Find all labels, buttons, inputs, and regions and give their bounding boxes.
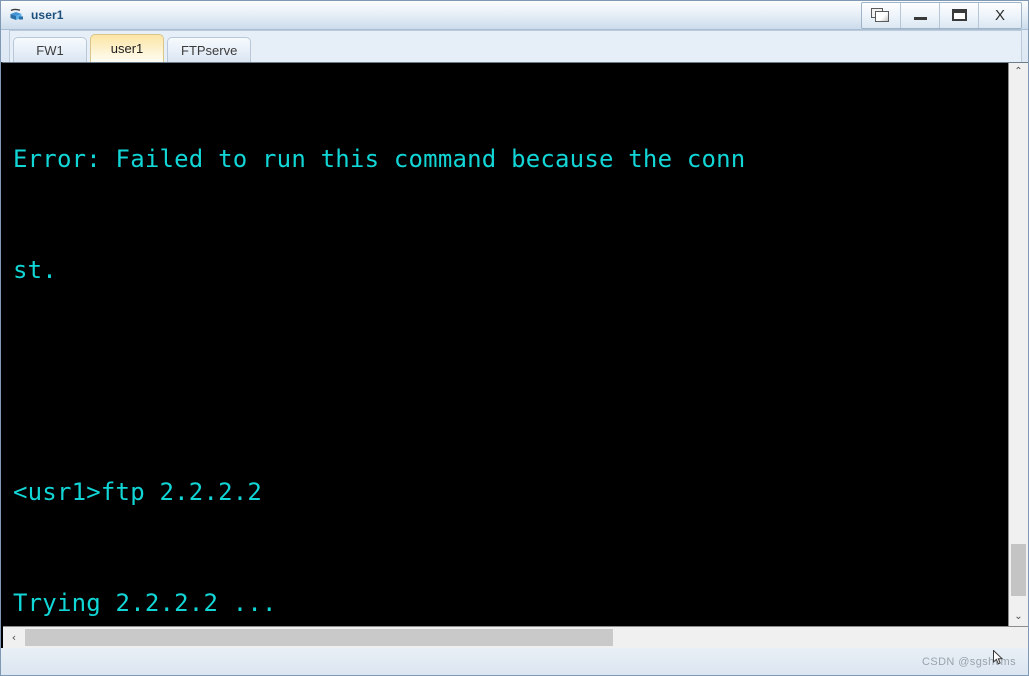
terminal-line: Trying 2.2.2.2 ... [13,589,277,617]
tab-list: FW1 user1 FTPserve [9,30,1022,62]
tab-strip: FW1 user1 FTPserve [1,30,1028,62]
restore-icon [871,7,891,23]
title-bar[interactable]: user1 X [1,1,1028,30]
restore-button[interactable] [862,2,901,28]
horizontal-scroll-track[interactable] [25,627,1028,648]
title-bar-left: user1 [1,1,64,29]
status-bar: CSDN @sgshvms [1,648,1028,675]
terminal-pane-inner: Error: Failed to run this command becaus… [3,63,1028,626]
vertical-scrollbar[interactable]: ⌃ ⌄ [1008,63,1028,626]
horizontal-scroll-thumb[interactable] [25,629,613,646]
terminal-window: user1 X FW1 user1 FTPserve Error: Failed… [0,0,1029,676]
watermark-label: CSDN @sgshvms [922,655,1016,668]
terminal-pane: Error: Failed to run this command becaus… [1,62,1028,648]
maximize-button[interactable] [940,2,979,28]
window-title: user1 [31,8,64,22]
vertical-scroll-thumb[interactable] [1011,544,1026,596]
tab-fw1[interactable]: FW1 [13,37,87,62]
close-button[interactable]: X [979,3,1021,28]
terminal-output[interactable]: Error: Failed to run this command becaus… [3,63,1008,626]
scroll-down-icon[interactable]: ⌄ [1009,608,1028,626]
tab-label: FTPserve [181,42,238,58]
tab-label: user1 [110,41,144,56]
console-icon [8,7,25,24]
tab-label: FW1 [36,42,64,58]
terminal-line: st. [13,256,57,284]
terminal-line: <usr1>ftp 2.2.2.2 [13,478,263,506]
tab-ftpserve[interactable]: FTPserve [167,37,252,62]
scroll-up-icon[interactable]: ⌃ [1009,63,1028,81]
minimize-icon [913,17,927,20]
close-icon: X [994,6,1005,24]
scroll-left-icon[interactable]: ‹ [3,627,25,648]
vertical-scroll-track[interactable] [1009,81,1028,608]
tab-user1[interactable]: user1 [90,34,164,62]
minimize-button[interactable] [901,2,940,28]
terminal-line: Error: Failed to run this command becaus… [13,145,746,173]
screen: user1 X FW1 user1 FTPserve Error: Failed… [0,0,1029,676]
window-controls: X [861,1,1022,29]
maximize-icon [951,9,967,21]
horizontal-scrollbar[interactable]: ‹ [3,626,1028,648]
